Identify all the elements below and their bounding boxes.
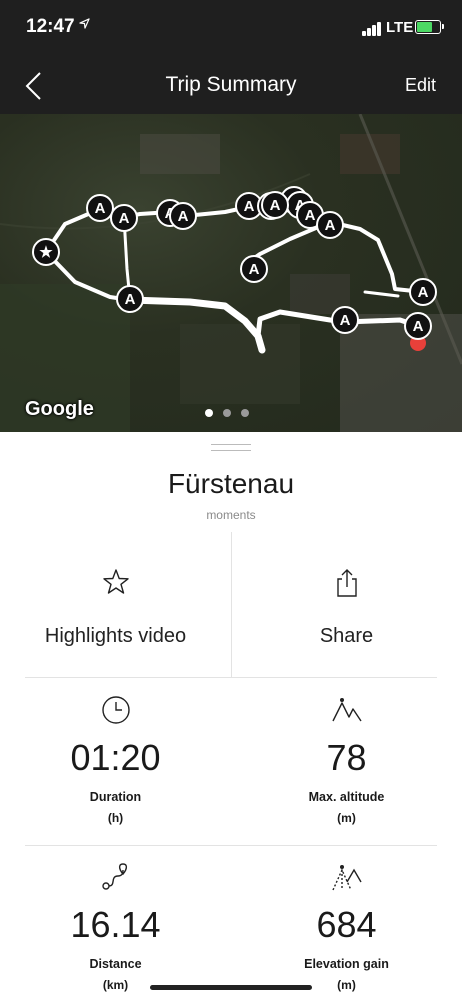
moment-marker[interactable]: A (116, 285, 144, 313)
clock-icon (0, 695, 231, 727)
moment-marker[interactable]: A (240, 255, 268, 283)
elevation-gain-value: 684 (316, 904, 377, 945)
star-icon (0, 568, 231, 598)
moment-marker[interactable]: A (261, 191, 289, 219)
home-indicator[interactable] (150, 985, 312, 990)
svg-text:A: A (125, 291, 136, 308)
status-bar: 12:47 LTE (0, 0, 462, 58)
distance-stat: 16.14 Distance (km) (0, 862, 231, 1000)
map-page-dot[interactable] (223, 409, 231, 417)
max-altitude-unit: (m) (337, 811, 356, 825)
moment-marker[interactable]: A (169, 202, 197, 230)
svg-text:A: A (340, 312, 351, 329)
page-title: Trip Summary (165, 73, 297, 96)
duration-label: Duration (89, 790, 142, 804)
svg-text:A: A (244, 198, 255, 215)
svg-text:A: A (95, 200, 106, 217)
svg-text:A: A (413, 318, 424, 335)
max-altitude-value: 78 (326, 737, 367, 778)
location-arrow-icon (79, 17, 90, 32)
edit-button[interactable]: Edit (405, 75, 436, 96)
battery-level (417, 22, 432, 32)
google-logo: Google (25, 398, 94, 420)
svg-text:A: A (270, 197, 281, 214)
svg-text:A: A (305, 207, 316, 224)
max-altitude-stat: 78 Max. altitude (m) (231, 695, 462, 840)
svg-text:A: A (119, 210, 130, 227)
map-page-dot[interactable] (241, 409, 249, 417)
divider (25, 845, 437, 846)
trip-start-marker[interactable]: ★ (32, 238, 60, 266)
map-canvas[interactable]: ★AAAAAAAAAAAAAAAA (0, 114, 462, 432)
svg-text:A: A (418, 284, 429, 301)
svg-text:A: A (249, 261, 260, 278)
mountain-peak-icon (231, 695, 462, 727)
duration-value: 01:20 (70, 737, 161, 778)
highlights-video-label: Highlights video (44, 625, 187, 647)
share-label: Share (319, 625, 374, 647)
highlights-video-button[interactable]: Highlights video (0, 532, 231, 677)
battery-icon (415, 20, 444, 34)
moment-marker[interactable]: A (86, 194, 114, 222)
moment-marker[interactable]: A (404, 312, 432, 340)
distance-value: 16.14 (70, 904, 161, 945)
share-icon (231, 568, 462, 598)
max-altitude-label: Max. altitude (308, 790, 385, 804)
elevation-gain-icon (231, 862, 462, 894)
place-title: Fürstenau (167, 468, 295, 499)
navigation-bar: Trip Summary Edit (0, 58, 462, 114)
status-time: 12:47 (26, 16, 75, 37)
moment-marker[interactable]: A (409, 278, 437, 306)
share-button[interactable]: Share (231, 532, 462, 677)
moment-marker[interactable]: A (110, 204, 138, 232)
duration-unit: (h) (107, 811, 124, 825)
svg-text:★: ★ (39, 244, 53, 261)
elevation-gain-label: Elevation gain (304, 957, 389, 971)
svg-text:A: A (178, 208, 189, 225)
distance-label: Distance (89, 957, 142, 971)
svg-text:A: A (325, 217, 336, 234)
map-page-dot[interactable] (205, 409, 213, 417)
sheet-drag-handle[interactable] (211, 444, 251, 451)
map-page-indicator[interactable] (205, 404, 259, 422)
place-subtitle: moments (206, 508, 256, 522)
route-icon (0, 862, 231, 894)
network-type: LTE (386, 19, 414, 36)
moment-marker[interactable]: A (331, 306, 359, 334)
trip-map[interactable]: ★AAAAAAAAAAAAAAAA (0, 114, 462, 432)
moment-marker[interactable]: A (316, 211, 344, 239)
divider (25, 677, 437, 678)
elevation-gain-stat: 684 Elevation gain (m) (231, 862, 462, 1000)
cellular-signal-icon (362, 22, 384, 36)
duration-stat: 01:20 Duration (h) (0, 695, 231, 840)
